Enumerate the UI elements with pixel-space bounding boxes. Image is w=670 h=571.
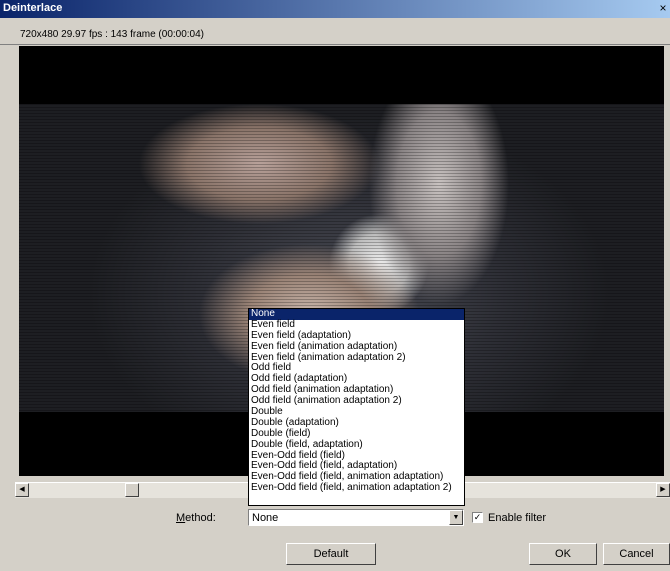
scroll-thumb[interactable] bbox=[125, 483, 139, 497]
cancel-button[interactable]: Cancel bbox=[603, 543, 670, 565]
chevron-down-icon[interactable]: ▼ bbox=[449, 510, 463, 525]
method-option[interactable]: Double (field, adaptation) bbox=[249, 439, 464, 451]
scroll-left-icon[interactable]: ◀ bbox=[15, 483, 29, 497]
default-button[interactable]: Default bbox=[286, 543, 376, 565]
method-option[interactable]: Even field (animation adaptation) bbox=[249, 341, 464, 353]
method-option[interactable]: Even-Odd field (field, animation adaptat… bbox=[249, 482, 464, 494]
enable-filter-checkbox[interactable]: ✓ bbox=[472, 512, 483, 523]
scroll-right-icon[interactable]: ▶ bbox=[656, 483, 670, 497]
method-dropdown-list: None Even field Even field (adaptation) Eve… bbox=[248, 308, 465, 506]
info-bar: 720x480 29.97 fps : 143 frame (00:00:04) bbox=[0, 20, 670, 45]
window-title: Deinterlace bbox=[3, 2, 63, 14]
enable-filter-label: Enable filter bbox=[488, 512, 547, 524]
method-select[interactable]: None ▼ bbox=[248, 509, 464, 526]
method-label: Method: bbox=[176, 512, 216, 524]
title-bar: Deinterlace × bbox=[0, 0, 670, 18]
method-select-value: None bbox=[252, 512, 279, 524]
ok-button[interactable]: OK bbox=[529, 543, 597, 565]
close-icon[interactable]: × bbox=[656, 1, 670, 15]
video-info-text: 720x480 29.97 fps : 143 frame (00:00:04) bbox=[20, 29, 205, 40]
